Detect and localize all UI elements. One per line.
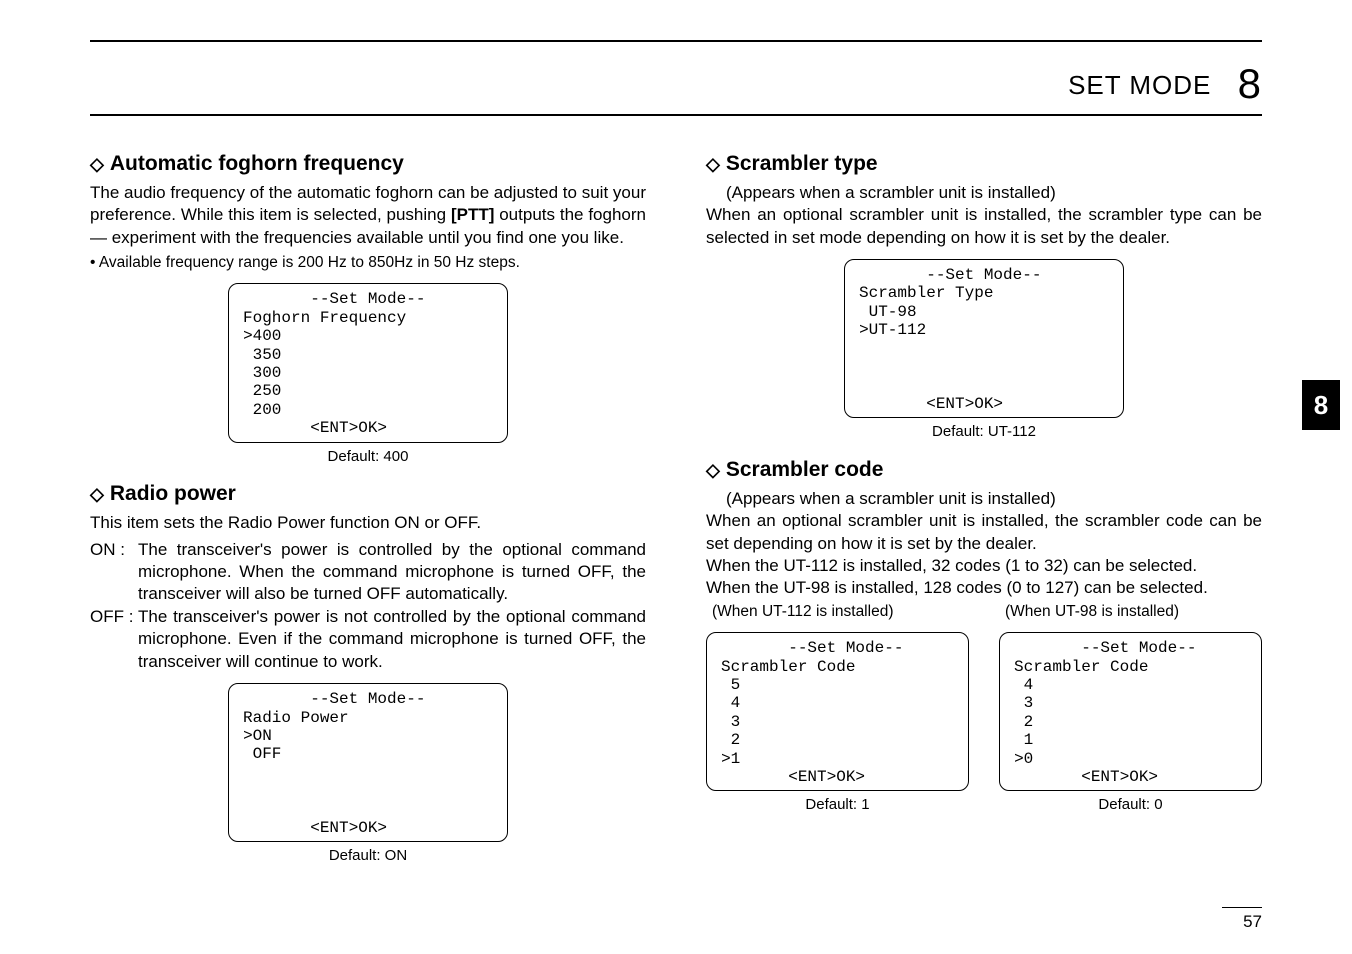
heading-text: Automatic foghorn frequency bbox=[110, 152, 404, 175]
heading-scrambler-code: ◇ Scrambler code bbox=[706, 456, 1262, 484]
scrambler-code-p3: When the UT-98 is installed, 128 codes (… bbox=[706, 577, 1262, 599]
caption-scrambler-type: Default: UT-112 bbox=[706, 422, 1262, 442]
heading-scrambler-type: ◇ Scrambler type bbox=[706, 150, 1262, 178]
lcd-foghorn-frequency: --Set Mode-- Foghorn Frequency ˃400 350 … bbox=[228, 283, 508, 442]
lcd-pair-scrambler-code: (When UT-112 is installed) --Set Mode-- … bbox=[706, 600, 1262, 829]
chapter-number: 8 bbox=[1238, 60, 1262, 107]
diamond-icon: ◇ bbox=[90, 154, 104, 174]
ptt-label: [PTT] bbox=[451, 205, 494, 224]
auto-foghorn-body: The audio frequency of the automatic fog… bbox=[90, 182, 646, 249]
caption-code-98: Default: 0 bbox=[999, 795, 1262, 815]
header-rule bbox=[90, 114, 1262, 116]
page-number: 57 bbox=[1222, 907, 1262, 932]
caption-radio-power: Default: ON bbox=[90, 846, 646, 866]
radio-power-defs: ON : The transceiver's power is controll… bbox=[90, 539, 646, 674]
heading-auto-foghorn: ◇ Automatic foghorn frequency bbox=[90, 150, 646, 178]
scrambler-code-sub: (Appears when a scrambler unit is instal… bbox=[726, 488, 1262, 510]
heading-radio-power: ◇ Radio power bbox=[90, 480, 646, 508]
when-ut98: (When UT-98 is installed) bbox=[1005, 602, 1262, 622]
lcd-radio-power: --Set Mode-- Radio Power ˃ON OFF <ENT˃OK… bbox=[228, 683, 508, 842]
freq-range-note: • Available frequency range is 200 Hz to… bbox=[90, 253, 646, 273]
caption-foghorn: Default: 400 bbox=[90, 447, 646, 467]
off-label: OFF : bbox=[90, 606, 138, 673]
lcd-scrambler-code-112: --Set Mode-- Scrambler Code 5 4 3 2 ˃1 <… bbox=[706, 632, 969, 791]
chapter-tab: 8 bbox=[1302, 380, 1340, 430]
diamond-icon: ◇ bbox=[706, 460, 720, 480]
left-column: ◇ Automatic foghorn frequency The audio f… bbox=[90, 144, 646, 880]
section-title: SET MODE bbox=[1068, 70, 1211, 100]
diamond-icon: ◇ bbox=[706, 154, 720, 174]
right-column: ◇ Scrambler type (Appears when a scramble… bbox=[706, 144, 1262, 880]
off-desc: The transceiver's power is not controlle… bbox=[138, 606, 646, 673]
on-label: ON : bbox=[90, 539, 138, 606]
radio-power-intro: This item sets the Radio Power function … bbox=[90, 512, 646, 534]
diamond-icon: ◇ bbox=[90, 484, 104, 504]
caption-code-112: Default: 1 bbox=[706, 795, 969, 815]
lcd-scrambler-type: --Set Mode-- Scrambler Type UT-98 ˃UT-11… bbox=[844, 259, 1124, 418]
top-rule bbox=[90, 40, 1262, 42]
heading-text: Scrambler code bbox=[726, 458, 884, 481]
scrambler-code-p2: When the UT-112 is installed, 32 codes (… bbox=[706, 555, 1262, 577]
scrambler-type-body: When an optional scrambler unit is insta… bbox=[706, 204, 1262, 249]
heading-text: Scrambler type bbox=[726, 152, 878, 175]
when-ut112: (When UT-112 is installed) bbox=[712, 602, 969, 622]
on-desc: The transceiver's power is controlled by… bbox=[138, 539, 646, 606]
scrambler-code-p1: When an optional scrambler unit is insta… bbox=[706, 510, 1262, 555]
running-header: SET MODE 8 bbox=[90, 60, 1262, 108]
lcd-scrambler-code-98: --Set Mode-- Scrambler Code 4 3 2 1 ˃0 <… bbox=[999, 632, 1262, 791]
scrambler-type-sub: (Appears when a scrambler unit is instal… bbox=[726, 182, 1262, 204]
heading-text: Radio power bbox=[110, 482, 236, 505]
